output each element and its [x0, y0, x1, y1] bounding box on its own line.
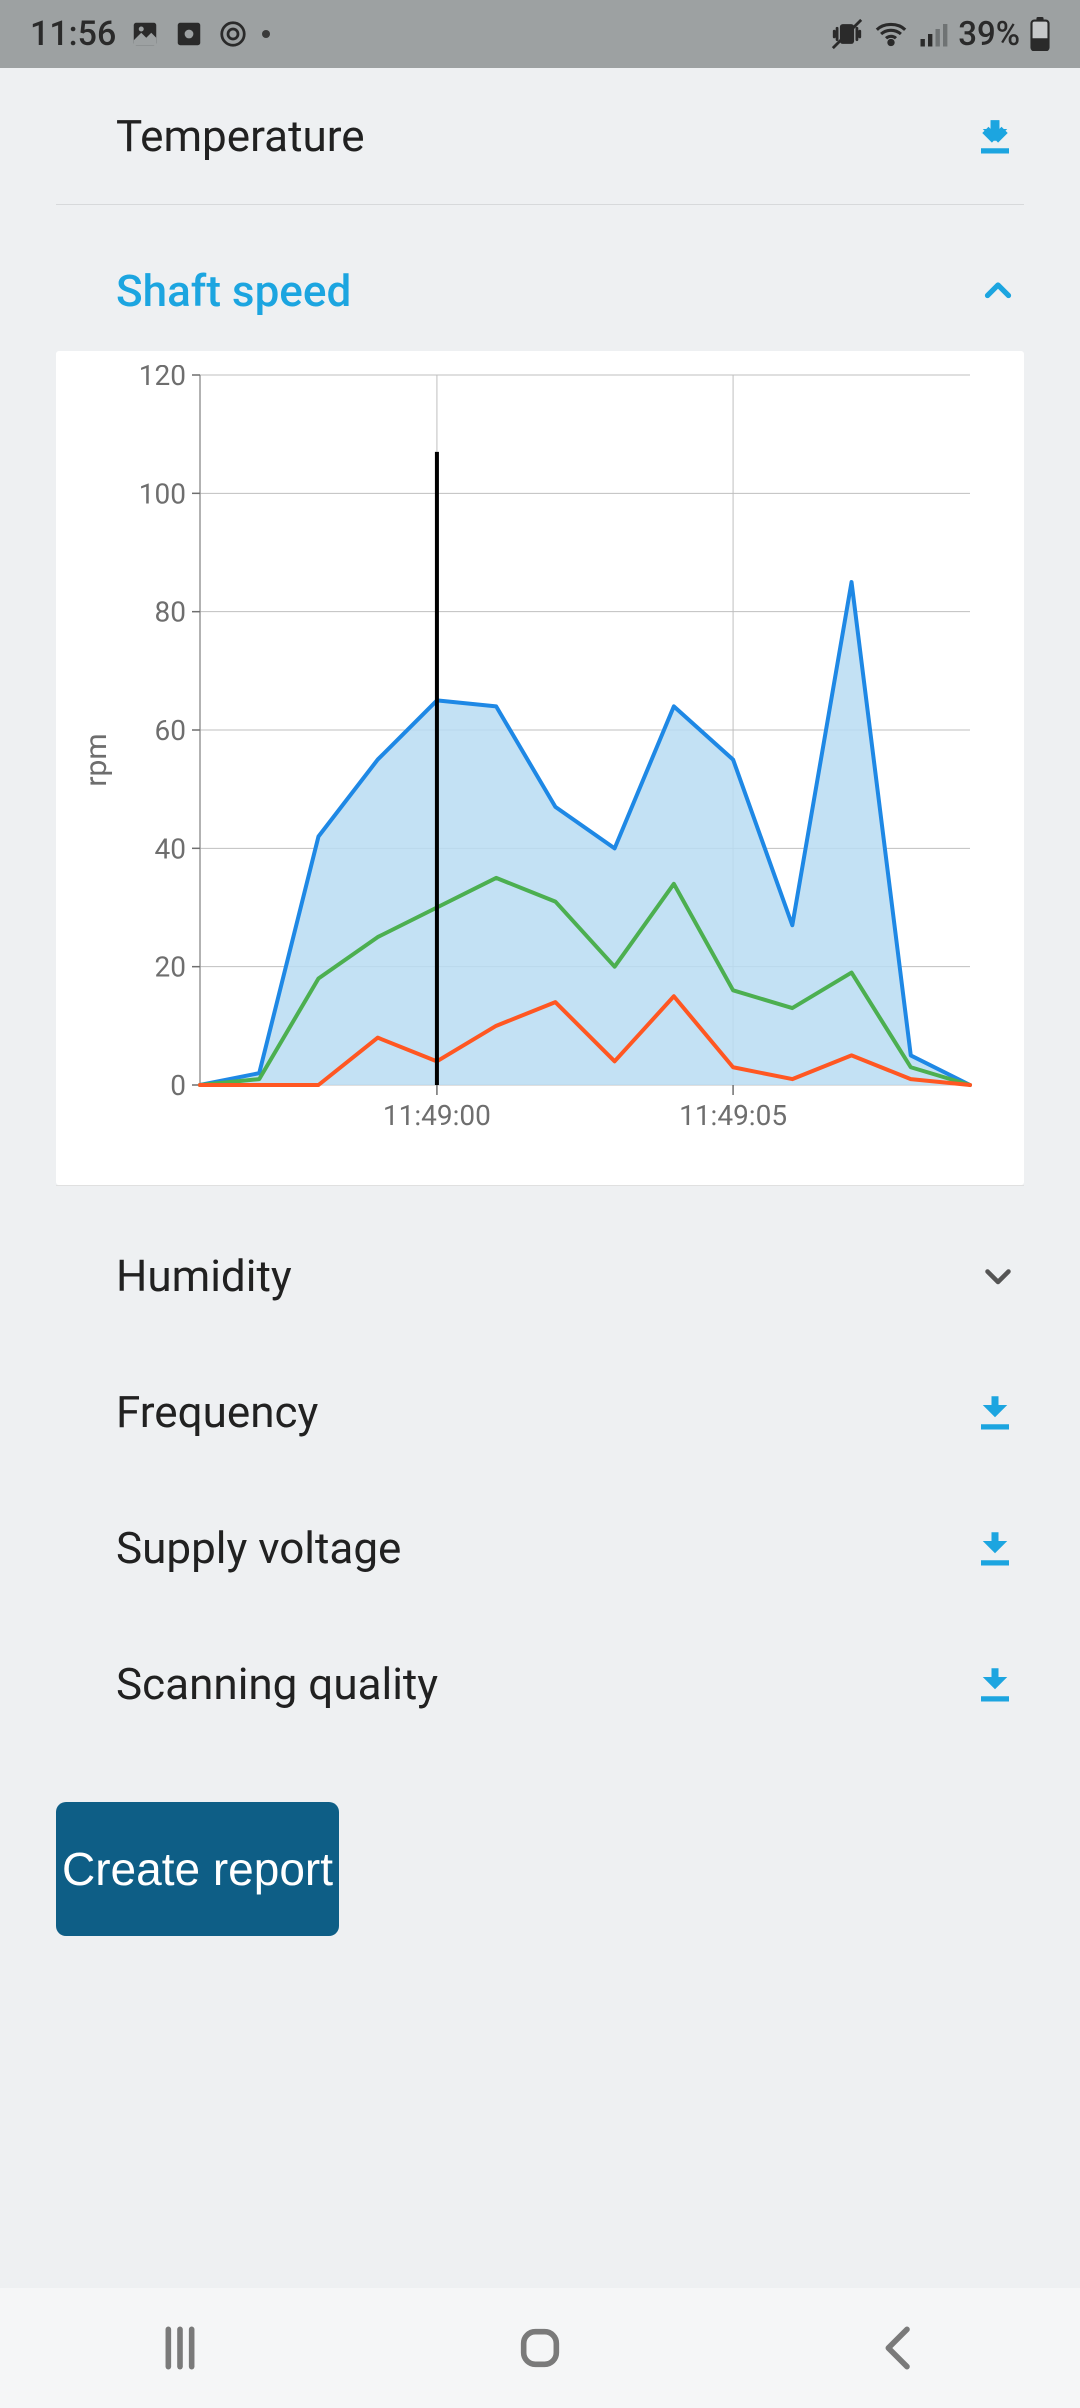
svg-text:80: 80: [155, 596, 186, 629]
svg-text:20: 20: [155, 951, 186, 984]
section-temperature[interactable]: Temperature: [0, 68, 1080, 204]
app-icon: [174, 19, 204, 49]
battery-icon: [1030, 17, 1050, 51]
chevron-down-icon[interactable]: [980, 1258, 1016, 1294]
temperature-title: Temperature: [116, 110, 365, 162]
download-icon[interactable]: [974, 1391, 1016, 1433]
home-button[interactable]: [512, 2320, 568, 2376]
supply-voltage-title: Supply voltage: [116, 1522, 401, 1574]
section-frequency[interactable]: Frequency: [0, 1344, 1080, 1480]
svg-text:60: 60: [155, 714, 186, 747]
status-time: 11:56: [30, 14, 116, 54]
chart-svg[interactable]: 0 20 40 60 80 100 120 11:49:00 11:49:05: [80, 365, 1000, 1155]
status-left: 11:56: [30, 14, 270, 54]
status-right: 39%: [830, 15, 1050, 54]
signal-icon: [918, 19, 948, 49]
create-report-button[interactable]: Create report: [56, 1802, 339, 1936]
svg-text:11:49:00: 11:49:00: [383, 1099, 491, 1132]
download-icon[interactable]: [974, 115, 1016, 157]
battery-percent: 39%: [958, 15, 1020, 54]
section-shaft-speed[interactable]: Shaft speed: [0, 205, 1080, 351]
download-icon[interactable]: [974, 1527, 1016, 1569]
shaft-speed-chart-card: rpm 0 20 40 60 80 100 120 11:49:00 11:49:05: [56, 351, 1024, 1185]
sync-icon: [218, 19, 248, 49]
section-supply-voltage[interactable]: Supply voltage: [0, 1480, 1080, 1616]
shaft-speed-title: Shaft speed: [116, 265, 351, 317]
svg-text:11:49:05: 11:49:05: [679, 1099, 787, 1132]
frequency-title: Frequency: [116, 1386, 318, 1438]
more-dot-icon: [262, 30, 270, 38]
svg-text:40: 40: [155, 832, 186, 865]
wifi-icon: [874, 17, 908, 51]
section-humidity[interactable]: Humidity: [0, 1186, 1080, 1344]
svg-text:0: 0: [170, 1069, 186, 1102]
section-scanning-quality[interactable]: Scanning quality: [0, 1616, 1080, 1752]
status-bar: 11:56 39%: [0, 0, 1080, 68]
svg-text:120: 120: [139, 365, 186, 392]
recent-apps-button[interactable]: [152, 2320, 208, 2376]
page-content: Temperature Shaft speed rpm 0 20 40 60 80 100…: [0, 68, 1080, 1936]
create-report-label: Create report: [62, 1842, 333, 1896]
vibrate-icon: [830, 17, 864, 51]
scanning-quality-title: Scanning quality: [116, 1658, 438, 1710]
chart-ylabel: rpm: [79, 733, 114, 786]
chevron-up-icon[interactable]: [980, 273, 1016, 309]
android-nav-bar: [0, 2288, 1080, 2408]
back-button[interactable]: [872, 2320, 928, 2376]
gallery-icon: [130, 19, 160, 49]
chart-wrap[interactable]: rpm 0 20 40 60 80 100 120 11:49:00 11:49:05: [80, 365, 1000, 1155]
humidity-title: Humidity: [116, 1250, 292, 1302]
svg-text:100: 100: [139, 477, 186, 510]
download-icon[interactable]: [974, 1663, 1016, 1705]
